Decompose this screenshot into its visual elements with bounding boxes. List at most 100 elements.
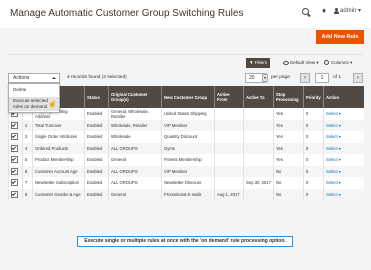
cell-active-from: Aug 1, 2017 xyxy=(214,188,244,200)
row-checkbox-cell[interactable] xyxy=(8,119,23,131)
cell-original-groups: Wholesale xyxy=(108,131,162,143)
page-input[interactable]: 1 xyxy=(315,73,329,83)
cell-status: Enabled xyxy=(84,165,109,177)
actions-select[interactable]: Actions xyxy=(8,73,60,83)
cell-priority: 0 xyxy=(303,154,324,166)
cell-status: Enabled xyxy=(84,131,109,143)
cell-original-groups: General, Wholesale, Retailer xyxy=(108,108,162,120)
cell-action: Select ▾ xyxy=(323,131,364,143)
table-row[interactable]: 5 Product Membership Enabled General Fit… xyxy=(8,154,364,166)
row-checkbox[interactable] xyxy=(11,156,18,164)
cell-stop-processing: No xyxy=(273,165,304,177)
cell-status: Enabled xyxy=(84,177,109,189)
cell-name: Customer Account Age xyxy=(32,165,85,177)
bell-icon[interactable]: ♦ xyxy=(322,7,329,15)
row-action-select[interactable]: Select ▾ xyxy=(326,157,341,162)
cell-priority: 0 xyxy=(303,119,324,131)
row-checkbox-cell[interactable] xyxy=(8,188,23,200)
cell-status: Enabled xyxy=(84,119,109,131)
cell-priority: 0 xyxy=(303,177,324,189)
row-checkbox[interactable] xyxy=(11,167,18,175)
column-header[interactable]: Active To xyxy=(243,86,274,108)
actions-label: Actions xyxy=(13,75,30,81)
column-header[interactable]: Original Customer Group(s) xyxy=(108,86,162,108)
columns-dropdown[interactable]: Columns ▾ xyxy=(331,60,352,66)
row-checkbox-cell[interactable] xyxy=(8,154,23,166)
cell-id: 3 xyxy=(22,131,33,143)
cell-status: Enabled xyxy=(84,108,109,120)
row-checkbox[interactable] xyxy=(11,121,18,129)
cell-status: Enabled xyxy=(84,188,109,200)
row-checkbox-cell[interactable] xyxy=(8,177,23,189)
row-checkbox[interactable] xyxy=(11,144,18,152)
menu-item-delete[interactable]: Delete xyxy=(9,87,59,93)
table-row[interactable]: 6 Customer Account Age Enabled ALL GROUP… xyxy=(8,165,364,177)
cell-new-group: Promotional E-mails xyxy=(161,188,215,200)
row-checkbox-cell[interactable] xyxy=(8,165,23,177)
column-header[interactable]: Active From xyxy=(214,86,244,108)
row-action-select[interactable]: Select ▾ xyxy=(326,123,341,128)
row-checkbox[interactable] xyxy=(11,190,18,198)
table-row[interactable]: 3 Single Order Attributes Enabled Wholes… xyxy=(8,131,364,143)
cell-active-to xyxy=(243,119,274,131)
row-checkbox-cell[interactable] xyxy=(8,131,23,143)
cell-new-group: VIP Member xyxy=(161,165,215,177)
cell-status: Enabled xyxy=(84,154,109,166)
search-icon[interactable] xyxy=(302,8,309,15)
table-row[interactable]: 2 Total Turnover Enabled Wholesale, Reta… xyxy=(8,119,364,131)
cell-new-group: Fitness Membership xyxy=(161,154,215,166)
row-checkbox[interactable] xyxy=(11,133,18,141)
row-checkbox[interactable] xyxy=(11,179,18,187)
hand-cursor-icon: ☝ xyxy=(48,101,57,108)
cell-name: Newsletter Subscription xyxy=(32,177,85,189)
cell-active-from xyxy=(214,177,244,189)
next-page-button[interactable]: › xyxy=(353,73,363,83)
row-action-select[interactable]: Select ▾ xyxy=(326,169,341,174)
cell-new-group: VIP Member xyxy=(161,119,215,131)
per-page-arrow-icon[interactable]: ▾ xyxy=(262,74,268,82)
row-checkbox-cell[interactable] xyxy=(8,142,23,154)
cell-active-to xyxy=(243,154,274,166)
cell-active-from xyxy=(214,165,244,177)
page-title: Manage Automatic Customer Group Switchin… xyxy=(10,8,244,19)
table-row[interactable]: 4 Ordered Products Enabled ALL GROUPS Gy… xyxy=(8,142,364,154)
cell-priority: 0 xyxy=(303,108,324,120)
cell-name: Total Turnover xyxy=(32,119,85,131)
default-view-dropdown[interactable]: Default View ▾ xyxy=(290,60,319,66)
row-action-select[interactable]: Select ▾ xyxy=(326,134,341,139)
cell-action: Select ▾ xyxy=(323,154,364,166)
column-header[interactable]: New Customer Group xyxy=(161,86,215,108)
cell-id: 7 xyxy=(22,177,33,189)
grid-header-row: ID Name Status Original Customer Group(s… xyxy=(8,86,364,108)
column-header[interactable]: Priority xyxy=(303,86,324,108)
column-header[interactable]: Stop Processing xyxy=(273,86,304,108)
row-action-select[interactable]: Select ▾ xyxy=(326,111,341,116)
cell-id: 4 xyxy=(22,142,33,154)
records-count: 4 records found (4 selected) xyxy=(67,75,127,80)
cell-id: 8 xyxy=(22,188,33,200)
cell-name: Customer Gender & Age xyxy=(32,188,85,200)
add-new-rule-button[interactable]: Add New Rule xyxy=(316,30,364,44)
table-row[interactable]: 7 Newsletter Subscription Enabled ALL GR… xyxy=(8,177,364,189)
table-row[interactable]: 8 Customer Gender & Age Enabled General … xyxy=(8,188,364,200)
table-row[interactable]: Shipping & Billing Address Enabled Gener… xyxy=(8,108,364,120)
rules-grid: ID Name Status Original Customer Group(s… xyxy=(8,86,364,200)
page-count: of 1 xyxy=(333,75,342,80)
cell-original-groups: ALL GROUPS xyxy=(108,165,162,177)
column-header[interactable]: Action xyxy=(323,86,364,108)
cell-active-from xyxy=(214,131,244,143)
previous-page-button[interactable]: ‹ xyxy=(300,73,310,83)
row-action-select[interactable]: Select ▾ xyxy=(326,192,341,197)
cell-name: Single Order Attributes xyxy=(32,131,85,143)
callout-banner: Execute single or multiple rules at once… xyxy=(77,236,293,247)
user-icon[interactable] xyxy=(334,8,339,14)
cell-original-groups: ALL GROUPS xyxy=(108,177,162,189)
row-action-select[interactable]: Select ▾ xyxy=(326,180,341,185)
user-menu[interactable]: admin ▾ xyxy=(340,7,361,14)
column-header[interactable]: Status xyxy=(84,86,109,108)
filters-button[interactable]: ▼ Filters xyxy=(246,58,270,68)
row-action-select[interactable]: Select ▾ xyxy=(326,146,341,151)
cell-active-to xyxy=(243,131,274,143)
cell-new-group: Gyms xyxy=(161,142,215,154)
cell-stop-processing: Yes xyxy=(273,154,304,166)
